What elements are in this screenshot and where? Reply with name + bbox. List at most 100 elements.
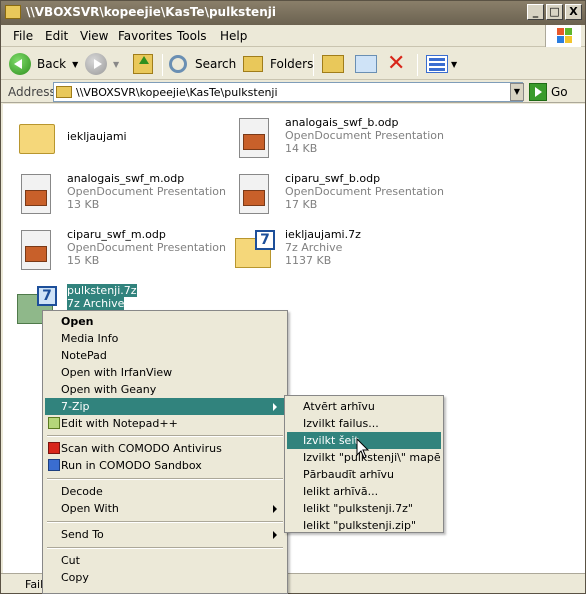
views-icon xyxy=(426,55,448,73)
ctx-send-to[interactable]: Send To xyxy=(45,526,285,543)
chevron-down-icon[interactable]: ▼ xyxy=(451,60,457,69)
ctx-send-to-label: Send To xyxy=(61,528,104,541)
go-label: Go xyxy=(551,85,568,99)
menu-file[interactable]: File xyxy=(13,29,33,43)
menu-separator xyxy=(47,547,283,549)
comodo-antivirus-icon xyxy=(48,442,60,454)
sub-add-to-7z[interactable]: Ielikt "pulkstenji.7z" xyxy=(287,500,441,517)
search-button[interactable]: Search xyxy=(169,52,236,76)
folder-icon xyxy=(5,5,21,19)
sub-add-to-zip[interactable]: Ielikt "pulkstenji.zip" xyxy=(287,517,441,534)
delete-button[interactable]: ✕ xyxy=(387,52,405,76)
submenu-arrow-icon xyxy=(273,505,277,513)
address-label: Address xyxy=(8,85,56,99)
ctx-open[interactable]: Open xyxy=(45,313,285,330)
file-item[interactable]: iekljaujami xyxy=(9,112,229,164)
folders-icon xyxy=(243,56,263,72)
minimize-button[interactable]: _ xyxy=(527,4,544,20)
ctx-open-with-label: Open With xyxy=(61,502,119,515)
ctx-7zip[interactable]: 7-Zip xyxy=(45,398,285,415)
ctx-run-sandbox[interactable]: Run in COMODO Sandbox xyxy=(45,457,285,474)
menu-edit[interactable]: Edit xyxy=(45,29,68,43)
address-dropdown-button[interactable]: ▼ xyxy=(510,83,524,101)
views-button[interactable]: ▼ xyxy=(426,52,457,76)
ctx-edit-notepadpp[interactable]: Edit with Notepad++ xyxy=(45,415,285,432)
maximize-button[interactable]: □ xyxy=(546,4,563,20)
file-type: OpenDocument Presentation xyxy=(67,241,226,254)
folders-label: Folders xyxy=(270,57,314,71)
window-title: \\VBOXSVR\kopeejie\KasTe\pulkstenji xyxy=(26,5,276,19)
file-item[interactable]: analogais_swf_b.odp OpenDocument Present… xyxy=(227,112,447,164)
search-icon xyxy=(169,55,187,73)
sub-extract-files[interactable]: Izvilkt failus... xyxy=(287,415,441,432)
chevron-down-icon[interactable]: ▼ xyxy=(113,60,119,69)
file-size: 13 KB xyxy=(67,198,100,211)
menu-help[interactable]: Help xyxy=(220,29,247,43)
up-folder-button[interactable] xyxy=(133,52,153,76)
file-name: iekljaujami xyxy=(67,130,127,143)
odp-icon xyxy=(13,228,61,272)
file-name: iekljaujami.7z xyxy=(285,228,361,241)
ctx-scan-comodo-label: Scan with COMODO Antivirus xyxy=(61,442,222,455)
sub-test-archive[interactable]: Pārbaudīt arhīvu xyxy=(287,466,441,483)
menu-tools[interactable]: Tools xyxy=(177,29,207,43)
sub-open-archive[interactable]: Atvērt arhīvu xyxy=(287,398,441,415)
address-bar: Address \\VBOXSVR\kopeejie\KasTe\pulkste… xyxy=(1,81,585,103)
menu-separator xyxy=(47,521,283,523)
back-button[interactable]: Back ▼ xyxy=(9,52,78,76)
menu-separator xyxy=(47,478,283,480)
menu-favorites[interactable]: Favorites xyxy=(118,29,172,43)
ctx-scan-comodo[interactable]: Scan with COMODO Antivirus xyxy=(45,440,285,457)
menu-bar: File Edit View Favorites Tools Help xyxy=(1,25,585,47)
ctx-notepad[interactable]: NotePad xyxy=(45,347,285,364)
7zip-submenu: Atvērt arhīvu Izvilkt failus... Izvilkt … xyxy=(284,395,444,533)
toolbar: Back ▼ ▼ Search Folders ✕ ▼ xyxy=(1,48,585,80)
submenu-arrow-icon xyxy=(273,531,277,539)
folders-button[interactable]: Folders xyxy=(243,52,313,76)
forward-arrow-icon xyxy=(85,53,107,75)
odp-icon xyxy=(231,116,279,160)
toolbar-separator xyxy=(162,54,163,76)
ctx-open-irfanview[interactable]: Open with IrfanView xyxy=(45,364,285,381)
file-item[interactable]: ciparu_swf_b.odp OpenDocument Presentati… xyxy=(227,168,447,220)
sub-add-to-archive[interactable]: Ielikt arhīvā... xyxy=(287,483,441,500)
ctx-7zip-label: 7-Zip xyxy=(61,400,90,413)
folder-icon xyxy=(13,116,61,160)
close-button[interactable]: X xyxy=(565,4,582,20)
file-item[interactable]: ciparu_swf_m.odp OpenDocument Presentati… xyxy=(9,224,229,276)
file-type: 7z Archive xyxy=(67,297,125,310)
ctx-copy[interactable]: Copy xyxy=(45,569,285,586)
ctx-edit-notepadpp-label: Edit with Notepad++ xyxy=(61,417,178,430)
file-name: ciparu_swf_b.odp xyxy=(285,172,381,185)
ctx-decode[interactable]: Decode xyxy=(45,483,285,500)
ctx-open-with[interactable]: Open With xyxy=(45,500,285,517)
file-item[interactable]: analogais_swf_m.odp OpenDocument Present… xyxy=(9,168,229,220)
chevron-down-icon[interactable]: ▼ xyxy=(72,60,78,69)
copy-to-folder-icon xyxy=(355,55,377,73)
menu-view[interactable]: View xyxy=(80,29,108,43)
file-name: analogais_swf_b.odp xyxy=(285,116,399,129)
file-type: OpenDocument Presentation xyxy=(285,185,444,198)
title-bar[interactable]: \\VBOXSVR\kopeejie\KasTe\pulkstenji _ □ … xyxy=(1,1,585,25)
file-name: pulkstenji.7z xyxy=(67,284,137,297)
file-size: 14 KB xyxy=(285,142,318,155)
up-folder-icon xyxy=(133,54,153,74)
ctx-media-info[interactable]: Media Info xyxy=(45,330,285,347)
go-arrow-icon xyxy=(529,83,547,101)
copy-to-button[interactable] xyxy=(355,52,377,76)
address-input[interactable]: \\VBOXSVR\kopeejie\KasTe\pulkstenji xyxy=(53,82,523,102)
forward-button[interactable]: ▼ xyxy=(85,52,119,76)
submenu-arrow-icon xyxy=(273,403,277,411)
go-button[interactable]: Go xyxy=(529,83,568,101)
ctx-cut[interactable]: Cut xyxy=(45,552,285,569)
address-value: \\VBOXSVR\kopeejie\KasTe\pulkstenji xyxy=(76,86,278,99)
folder-icon xyxy=(56,86,72,98)
file-size: 15 KB xyxy=(67,254,100,267)
delete-x-icon: ✕ xyxy=(387,51,406,76)
move-to-button[interactable] xyxy=(322,52,344,76)
ctx-open-geany[interactable]: Open with Geany xyxy=(45,381,285,398)
odp-icon xyxy=(231,172,279,216)
toolbar-separator xyxy=(417,54,418,76)
file-item[interactable]: 7 iekljaujami.7z 7z Archive 1137 KB xyxy=(227,224,447,276)
ctx-run-sandbox-label: Run in COMODO Sandbox xyxy=(61,459,202,472)
